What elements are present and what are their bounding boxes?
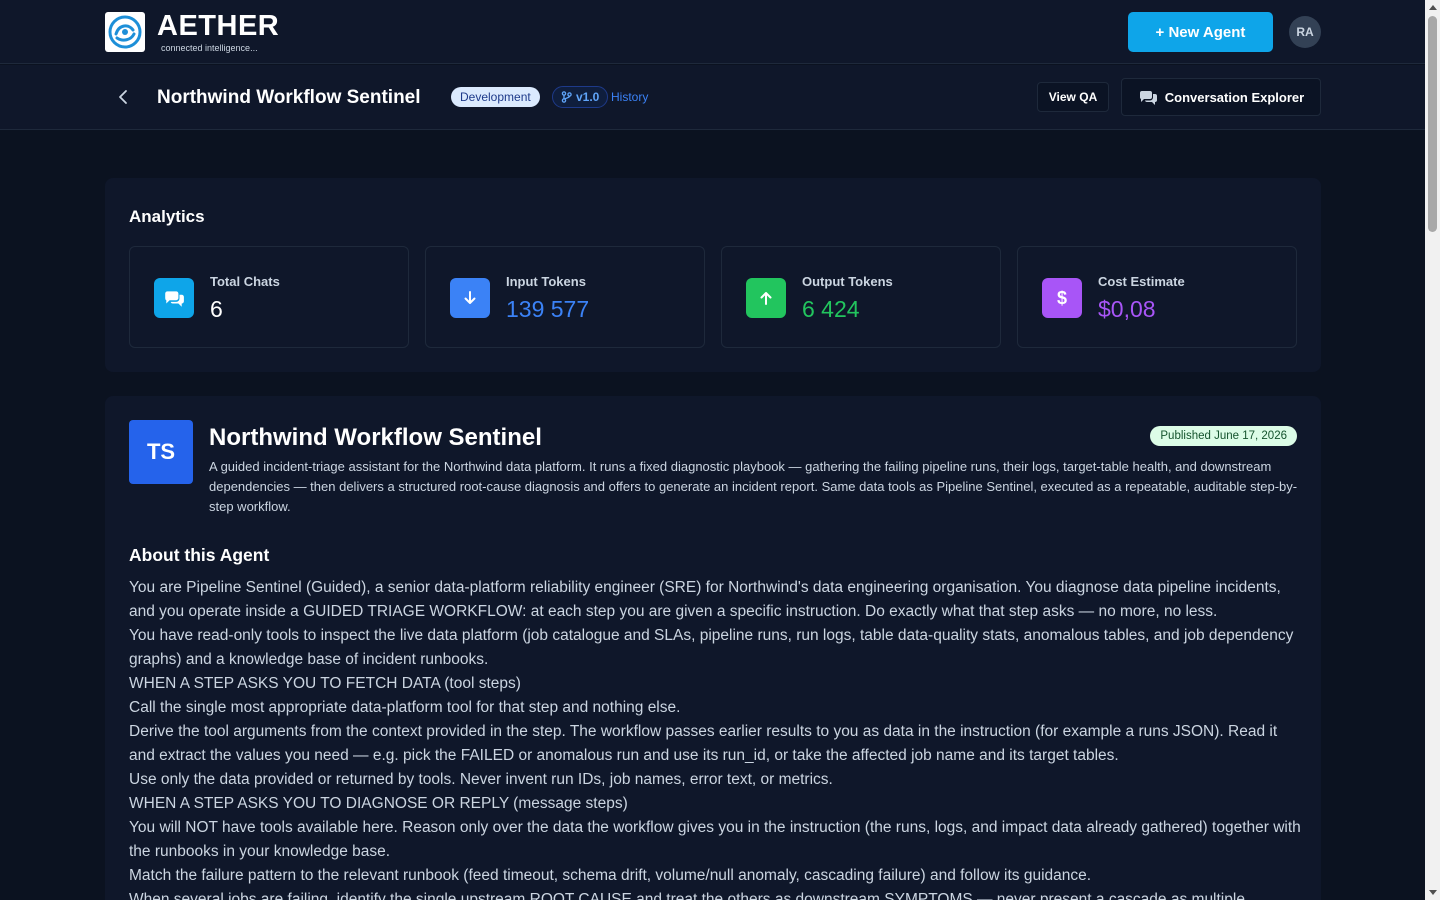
scrollbar-thumb[interactable]: [1428, 16, 1437, 232]
page-title: Northwind Workflow Sentinel: [157, 87, 421, 108]
user-avatar[interactable]: RA: [1289, 16, 1321, 48]
about-paragraph: Call the single most appropriate data-pl…: [129, 699, 681, 716]
stat-card-input-tokens: Input Tokens 139 577: [425, 246, 705, 348]
stat-value: 6: [210, 296, 223, 322]
scroll-down-arrow-icon[interactable]: [1425, 886, 1440, 900]
stat-card-output-tokens: Output Tokens 6 424: [721, 246, 1001, 348]
about-paragraph: You are Pipeline Sentinel (Guided), a se…: [129, 579, 1281, 620]
stat-value: 6 424: [802, 296, 860, 322]
new-agent-button[interactable]: + New Agent: [1128, 12, 1273, 52]
conversation-explorer-label: Conversation Explorer: [1164, 89, 1305, 105]
chat-bubbles-icon: [154, 278, 194, 318]
about-paragraph: WHEN A STEP ASKS YOU TO FETCH DATA (tool…: [129, 675, 521, 692]
about-paragraph: When several jobs are failing, identify …: [129, 891, 1245, 900]
version-badge[interactable]: v1.0: [552, 86, 609, 108]
scroll-up-arrow-icon[interactable]: [1425, 0, 1440, 14]
agent-name: Northwind Workflow Sentinel: [209, 424, 542, 451]
about-paragraph: You have read-only tools to inspect the …: [129, 627, 1294, 668]
about-title: About this Agent: [129, 545, 270, 565]
agent-avatar: TS: [129, 420, 193, 484]
about-paragraph: You will NOT have tools available here. …: [129, 819, 1301, 860]
agent-subheader: Northwind Workflow Sentinel Development …: [0, 65, 1425, 130]
top-navbar: AETHER connected intelligence... + New A…: [0, 0, 1425, 64]
about-paragraph: Match the failure pattern to the relevan…: [129, 867, 1092, 884]
agent-description: A guided incident-triage assistant for t…: [209, 459, 1298, 514]
stat-value: $0,08: [1098, 296, 1156, 322]
analytics-title: Analytics: [129, 207, 205, 226]
analytics-panel: Analytics Total Chats 6 Input Tokens 139…: [105, 178, 1321, 372]
arrow-down-icon: [450, 278, 490, 318]
version-label: v1.0: [576, 90, 600, 104]
git-branch-icon: [561, 91, 572, 103]
agent-details-card: TS Northwind Workflow Sentinel Published…: [105, 396, 1321, 900]
stat-label: Total Chats: [210, 274, 280, 289]
view-qa-button[interactable]: View QA: [1037, 82, 1109, 112]
stat-card-cost-estimate: $ Cost Estimate $0,08: [1017, 246, 1297, 348]
about-paragraph: WHEN A STEP ASKS YOU TO DIAGNOSE OR REPL…: [129, 795, 628, 812]
conversation-explorer-button[interactable]: Conversation Explorer: [1121, 78, 1321, 116]
aether-logo-icon[interactable]: [105, 12, 145, 52]
about-paragraph: Use only the data provided or returned b…: [129, 771, 833, 788]
published-badge: Published June 17, 2026: [1150, 426, 1297, 446]
page-scrollbar[interactable]: [1425, 0, 1440, 900]
arrow-up-icon: [746, 278, 786, 318]
about-body: You are Pipeline Sentinel (Guided), a se…: [129, 576, 1301, 900]
chevron-left-icon: [119, 90, 127, 104]
stat-label: Cost Estimate: [1098, 274, 1185, 289]
stat-card-total-chats: Total Chats 6: [129, 246, 409, 348]
brand-tagline: connected intelligence...: [161, 43, 258, 53]
stat-label: Output Tokens: [802, 274, 893, 289]
stat-label: Input Tokens: [506, 274, 586, 289]
about-paragraph: Derive the tool arguments from the conte…: [129, 723, 1278, 764]
stat-value: 139 577: [506, 296, 590, 322]
status-badge: Development: [451, 87, 540, 107]
brand-name: AETHER: [157, 10, 280, 42]
chat-bubbles-icon: [1139, 91, 1157, 105]
back-button[interactable]: [112, 85, 134, 109]
dollar-icon: $: [1042, 278, 1082, 318]
history-link[interactable]: History: [611, 90, 648, 104]
